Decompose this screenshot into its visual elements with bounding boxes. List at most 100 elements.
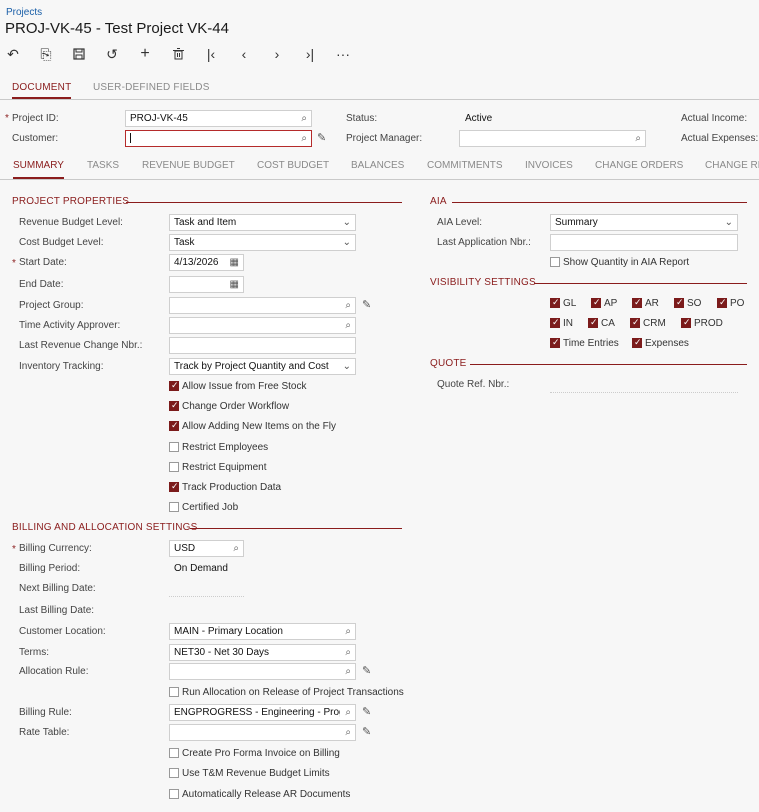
chevron-down-icon: ⌄ bbox=[724, 217, 733, 228]
aia-level-label: AIA Level: bbox=[437, 217, 483, 228]
last-revenue-change-field[interactable] bbox=[169, 337, 356, 354]
actual-expenses-label: Actual Expenses: bbox=[681, 133, 759, 144]
start-date-field[interactable]: 4/13/2026 ▦ bbox=[169, 254, 244, 271]
add-icon[interactable]: + bbox=[136, 45, 154, 63]
save-close-icon[interactable]: ⎘ bbox=[37, 45, 55, 63]
previous-record-icon[interactable]: ‹ bbox=[235, 45, 253, 63]
search-icon[interactable]: ⌕ bbox=[345, 727, 351, 739]
visibility-in-checkbox[interactable] bbox=[550, 317, 560, 328]
project-id-field[interactable]: PROJ-VK-45 ⌕ bbox=[125, 110, 312, 127]
inventory-tracking-select[interactable]: Track by Project Quantity and Cost ⌄ bbox=[169, 358, 356, 375]
customer-location-field[interactable]: MAIN - Primary Location ⌕ bbox=[169, 623, 356, 640]
tab-revenue-budget[interactable]: REVENUE BUDGET bbox=[142, 160, 235, 171]
visibility-ap-label: AP bbox=[604, 298, 618, 309]
show-quantity-aia-label: Show Quantity in AIA Report bbox=[563, 257, 690, 268]
next-record-icon[interactable]: › bbox=[268, 45, 286, 63]
search-icon[interactable]: ⌕ bbox=[345, 666, 351, 678]
visibility-so-checkbox[interactable] bbox=[674, 297, 684, 308]
time-activity-approver-label: Time Activity Approver: bbox=[19, 320, 121, 331]
delete-icon[interactable] bbox=[169, 45, 187, 63]
visibility-prod-checkbox[interactable] bbox=[681, 317, 691, 328]
visibility-po-checkbox[interactable] bbox=[717, 297, 727, 308]
certified-job-checkbox[interactable] bbox=[169, 502, 179, 512]
search-icon[interactable]: ⌕ bbox=[233, 543, 239, 555]
search-icon[interactable]: ⌕ bbox=[345, 707, 351, 719]
aia-level-select[interactable]: Summary ⌄ bbox=[550, 214, 738, 231]
undo-icon[interactable]: ↺ bbox=[103, 45, 121, 63]
save-icon[interactable] bbox=[70, 45, 88, 63]
track-production-data-label: Track Production Data bbox=[182, 482, 282, 493]
tm-limits-checkbox[interactable] bbox=[169, 768, 179, 778]
tab-commitments[interactable]: COMMITMENTS bbox=[427, 160, 503, 171]
tab-change-orders[interactable]: CHANGE ORDERS bbox=[595, 160, 683, 171]
visibility-po-label: PO bbox=[730, 298, 745, 309]
actual-income-label: Actual Income: bbox=[681, 113, 748, 124]
search-icon[interactable]: ⌕ bbox=[345, 300, 351, 312]
visibility-ar-checkbox[interactable] bbox=[632, 297, 642, 308]
end-date-field[interactable]: ▦ bbox=[169, 276, 244, 293]
show-quantity-aia-checkbox[interactable] bbox=[550, 257, 560, 267]
quote-ref-value[interactable] bbox=[550, 392, 738, 393]
allocation-rule-field[interactable]: ⌕ bbox=[169, 663, 356, 680]
search-icon[interactable]: ⌕ bbox=[635, 133, 641, 145]
billing-rule-field[interactable]: ENGPROGRESS - Engineering - Progr ⌕ bbox=[169, 704, 356, 721]
search-icon[interactable]: ⌕ bbox=[345, 320, 351, 332]
restrict-equipment-checkbox[interactable] bbox=[169, 462, 179, 472]
edit-project-group-pencil-icon[interactable]: ✎ bbox=[362, 298, 371, 311]
quote-ref-label: Quote Ref. Nbr.: bbox=[437, 379, 510, 390]
search-icon[interactable]: ⌕ bbox=[345, 647, 351, 659]
visibility-time-entries-label: Time Entries bbox=[563, 338, 619, 349]
last-application-label: Last Application Nbr.: bbox=[437, 237, 531, 248]
restrict-employees-checkbox[interactable] bbox=[169, 442, 179, 452]
visibility-crm-checkbox[interactable] bbox=[630, 317, 640, 328]
chevron-down-icon: ⌄ bbox=[342, 237, 351, 248]
visibility-gl-checkbox[interactable] bbox=[550, 297, 560, 308]
calendar-icon[interactable]: ▦ bbox=[230, 257, 239, 269]
terms-field[interactable]: NET30 - Net 30 Days ⌕ bbox=[169, 644, 356, 661]
tab-summary[interactable]: SUMMARY bbox=[13, 160, 64, 179]
pro-forma-checkbox[interactable] bbox=[169, 748, 179, 758]
last-application-field[interactable] bbox=[550, 234, 738, 251]
revenue-budget-level-select[interactable]: Task and Item ⌄ bbox=[169, 214, 356, 231]
breadcrumb[interactable]: Projects bbox=[6, 7, 42, 18]
tab-balances[interactable]: BALANCES bbox=[351, 160, 404, 171]
time-activity-approver-field[interactable]: ⌕ bbox=[169, 317, 356, 334]
search-icon[interactable]: ⌕ bbox=[345, 626, 351, 638]
visibility-ap-checkbox[interactable] bbox=[591, 297, 601, 308]
allow-issue-free-stock-checkbox[interactable] bbox=[169, 380, 179, 391]
tab-tasks[interactable]: TASKS bbox=[87, 160, 119, 171]
tab-change-requests[interactable]: CHANGE RE bbox=[705, 160, 759, 171]
edit-billing-rule-pencil-icon[interactable]: ✎ bbox=[362, 705, 371, 718]
tab-user-defined-fields[interactable]: USER-DEFINED FIELDS bbox=[93, 82, 210, 93]
first-record-icon[interactable]: |‹ bbox=[202, 45, 220, 63]
calendar-icon[interactable]: ▦ bbox=[230, 279, 239, 291]
customer-field[interactable]: ⌕ bbox=[125, 130, 312, 147]
change-order-workflow-checkbox[interactable] bbox=[169, 400, 179, 411]
project-group-field[interactable]: ⌕ bbox=[169, 297, 356, 314]
rate-table-field[interactable]: ⌕ bbox=[169, 724, 356, 741]
tab-cost-budget[interactable]: COST BUDGET bbox=[257, 160, 329, 171]
customer-location-label: Customer Location: bbox=[19, 626, 106, 637]
auto-release-checkbox[interactable] bbox=[169, 789, 179, 799]
run-allocation-checkbox[interactable] bbox=[169, 687, 179, 697]
last-record-icon[interactable]: ›| bbox=[301, 45, 319, 63]
edit-rate-table-pencil-icon[interactable]: ✎ bbox=[362, 725, 371, 738]
allow-adding-items-checkbox[interactable] bbox=[169, 420, 179, 431]
visibility-time-entries-checkbox[interactable] bbox=[550, 337, 560, 348]
search-icon[interactable]: ⌕ bbox=[301, 113, 307, 125]
tab-document[interactable]: DOCUMENT bbox=[12, 82, 72, 99]
back-icon[interactable]: ↶ bbox=[4, 45, 22, 63]
visibility-ca-checkbox[interactable] bbox=[588, 317, 598, 328]
more-icon[interactable]: ··· bbox=[334, 45, 352, 63]
edit-allocation-rule-pencil-icon[interactable]: ✎ bbox=[362, 664, 371, 677]
tab-invoices[interactable]: INVOICES bbox=[525, 160, 573, 171]
search-icon[interactable]: ⌕ bbox=[301, 133, 307, 145]
project-manager-field[interactable]: ⌕ bbox=[459, 130, 646, 147]
track-production-data-checkbox[interactable] bbox=[169, 481, 179, 492]
cost-budget-level-select[interactable]: Task ⌄ bbox=[169, 234, 356, 251]
edit-customer-pencil-icon[interactable]: ✎ bbox=[317, 131, 326, 144]
visibility-crm-label: CRM bbox=[643, 318, 666, 329]
visibility-expenses-checkbox[interactable] bbox=[632, 337, 642, 348]
billing-currency-field[interactable]: USD ⌕ bbox=[169, 540, 244, 557]
main-tabs: SUMMARY TASKS REVENUE BUDGET COST BUDGET… bbox=[0, 156, 759, 180]
